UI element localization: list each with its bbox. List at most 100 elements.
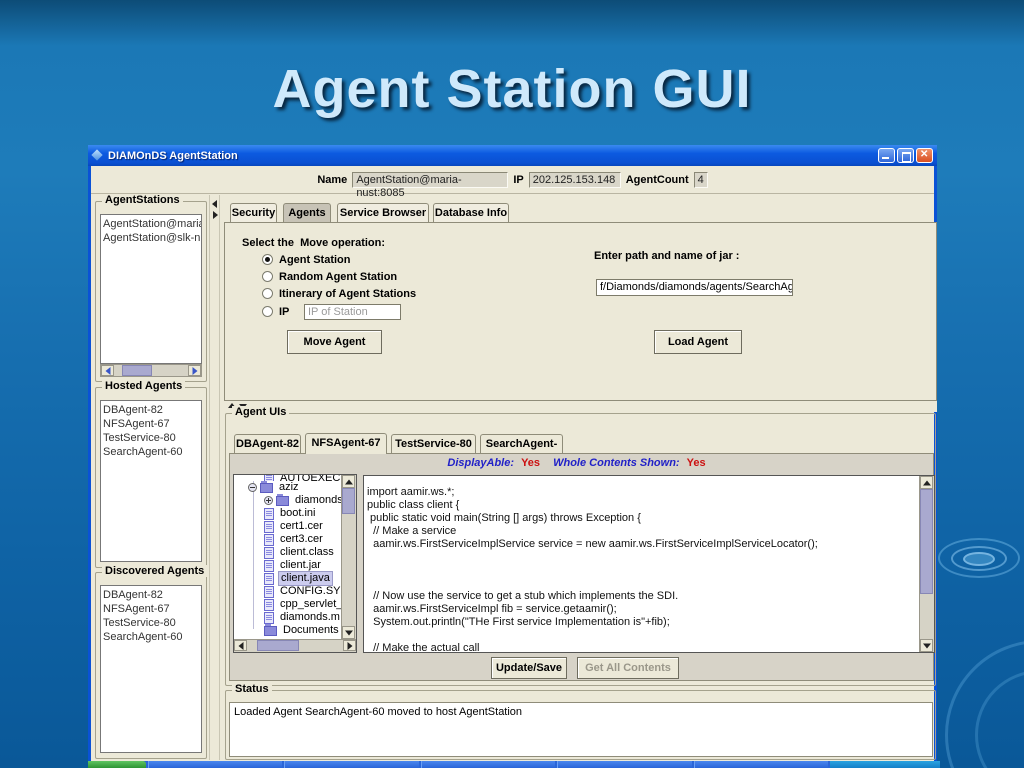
agentstations-list[interactable]: AgentStation@maria-nu AgentStation@slk-n… xyxy=(100,214,202,364)
scroll-down-icon[interactable] xyxy=(920,639,933,652)
scroll-left-icon[interactable] xyxy=(101,365,114,376)
file-icon xyxy=(264,533,274,546)
vertical-split-divider[interactable] xyxy=(209,195,220,760)
code-editor[interactable]: import aamir.ws.*; public class client {… xyxy=(363,475,935,653)
radio-itinerary[interactable]: Itinerary of Agent Stations xyxy=(262,288,416,300)
tab-testservice-80[interactable]: TestService-80 xyxy=(391,434,476,454)
list-item[interactable]: TestService-80 xyxy=(103,616,199,630)
tree-item-cppservlet[interactable]: cpp_servlet_ xyxy=(234,598,341,611)
discovered-agents-group-title: Discovered Agents xyxy=(102,565,208,577)
agentcount-field[interactable]: 4 xyxy=(693,171,708,188)
code-text[interactable]: import aamir.ws.*; public class client {… xyxy=(367,486,917,652)
tab-searchagent-60[interactable]: SearchAgent-60 xyxy=(480,434,563,469)
load-agent-button[interactable]: Load Agent xyxy=(654,330,742,354)
list-item[interactable]: AgentStation@slk-nust. xyxy=(103,231,201,245)
window-title: DIAMOnDS AgentStation xyxy=(108,149,238,162)
radio-icon[interactable] xyxy=(262,306,273,317)
tree-item-bootini[interactable]: boot.ini xyxy=(234,507,341,520)
scrollbar-thumb[interactable] xyxy=(920,489,933,594)
expand-right-icon[interactable] xyxy=(213,211,218,219)
scroll-left-icon[interactable] xyxy=(234,640,247,651)
tree-item-diamonds[interactable]: diamonds xyxy=(234,493,341,507)
code-vscrollbar[interactable] xyxy=(919,476,934,652)
tab-security[interactable]: Security xyxy=(230,203,277,223)
nfsagent-tab-panel: DisplayAble: Yes Whole Contents Shown: Y… xyxy=(229,453,935,681)
minimize-icon[interactable] xyxy=(878,148,895,163)
scrollbar-thumb[interactable] xyxy=(342,488,355,514)
collapse-left-icon[interactable] xyxy=(212,200,217,208)
tab-service-browser[interactable]: Service Browser xyxy=(337,203,429,223)
window-titlebar[interactable]: DIAMOnDS AgentStation xyxy=(88,145,937,166)
collapse-handle-icon[interactable] xyxy=(248,483,257,492)
discovered-agents-list[interactable]: DBAgent-82 NFSAgent-67 TestService-80 Se… xyxy=(100,585,202,753)
scroll-up-icon[interactable] xyxy=(342,475,355,488)
list-item[interactable]: AgentStation@maria-nu xyxy=(103,217,201,231)
move-agent-button[interactable]: Move Agent xyxy=(287,330,382,354)
tree-item-clientclass[interactable]: client.class xyxy=(234,546,341,559)
displayable-label: DisplayAble: xyxy=(447,457,515,469)
scroll-down-icon[interactable] xyxy=(342,626,355,639)
scrollbar-thumb[interactable] xyxy=(257,640,299,651)
restore-icon[interactable] xyxy=(897,148,914,163)
ip-field[interactable]: 202.125.153.148 xyxy=(528,171,621,188)
taskbar-button[interactable] xyxy=(148,761,283,768)
tree-item-clientjava-selected[interactable]: client.java xyxy=(234,571,341,586)
list-item[interactable]: DBAgent-82 xyxy=(103,588,199,602)
scroll-right-icon[interactable] xyxy=(188,365,201,376)
list-item[interactable]: TestService-80 xyxy=(103,431,199,445)
status-group: Status Loaded Agent SearchAgent-60 moved… xyxy=(225,683,936,760)
horizontal-split-divider[interactable] xyxy=(224,401,937,412)
status-textarea[interactable]: Loaded Agent SearchAgent-60 moved to hos… xyxy=(229,702,933,757)
list-item[interactable]: DBAgent-82 xyxy=(103,403,199,417)
list-item[interactable]: SearchAgent-60 xyxy=(103,445,199,459)
list-item[interactable]: NFSAgent-67 xyxy=(103,417,199,431)
taskbar-button[interactable] xyxy=(693,761,829,768)
code-line: System.out.println("THe First service Im… xyxy=(367,616,670,628)
get-all-contents-button[interactable]: Get All Contents xyxy=(577,657,679,679)
tree-item-cert1[interactable]: cert1.cer xyxy=(234,520,341,533)
radio-ip[interactable]: IP xyxy=(262,306,289,318)
tree-item-cert3[interactable]: cert3.cer xyxy=(234,533,341,546)
close-icon[interactable] xyxy=(916,148,933,163)
scroll-up-icon[interactable] xyxy=(920,476,933,489)
file-tree[interactable]: AUTOEXEC.B aziz diamonds xyxy=(233,474,357,653)
tree-hscrollbar[interactable] xyxy=(234,639,356,652)
taskbar-button[interactable] xyxy=(557,761,692,768)
tree-item-diamondsm[interactable]: diamonds.m xyxy=(234,611,341,624)
code-line: // Make a service xyxy=(367,525,457,537)
radio-random-agent-station[interactable]: Random Agent Station xyxy=(262,271,397,283)
list-item[interactable]: NFSAgent-67 xyxy=(103,602,199,616)
list-item[interactable]: SearchAgent-60 xyxy=(103,630,199,644)
tree-item-aziz[interactable]: aziz xyxy=(234,480,341,494)
tree-item-configsys[interactable]: CONFIG.SYS xyxy=(234,585,341,598)
taskbar-button[interactable] xyxy=(284,761,419,768)
tab-agents[interactable]: Agents xyxy=(283,203,331,223)
agentstations-hscrollbar[interactable] xyxy=(100,364,202,377)
jar-path-input[interactable]: f/Diamonds/diamonds/agents/SearchAgen xyxy=(596,279,793,296)
agentstation-window: DIAMOnDS AgentStation Name AgentStation@… xyxy=(88,145,937,762)
agent-uis-group: Agent UIs DBAgent-82 NFSAgent-67 TestSer… xyxy=(225,406,936,686)
hosted-agents-list[interactable]: DBAgent-82 NFSAgent-67 TestService-80 Se… xyxy=(100,400,202,562)
radio-icon[interactable] xyxy=(262,271,273,282)
file-icon xyxy=(264,559,274,572)
radio-icon[interactable] xyxy=(262,288,273,299)
radio-agent-station[interactable]: Agent Station xyxy=(262,254,351,266)
radio-selected-icon[interactable] xyxy=(262,254,273,265)
tree-vscrollbar[interactable] xyxy=(341,475,356,639)
start-button[interactable] xyxy=(88,761,146,768)
expand-handle-icon[interactable] xyxy=(264,496,273,505)
tree-item-documents[interactable]: Documents a xyxy=(234,623,341,637)
scroll-right-icon[interactable] xyxy=(343,640,356,651)
ip-of-station-input[interactable]: IP of Station xyxy=(304,304,401,320)
ip-label: IP xyxy=(513,173,524,186)
tab-database-info[interactable]: Database Info xyxy=(433,203,509,223)
taskbar-button[interactable] xyxy=(420,761,556,768)
name-field[interactable]: AgentStation@maria-nust:8085 xyxy=(352,171,509,199)
ripple-decoration xyxy=(963,552,995,566)
tab-nfsagent-67[interactable]: NFSAgent-67 xyxy=(305,433,387,454)
tab-dbagent-82[interactable]: DBAgent-82 xyxy=(234,434,301,454)
update-save-button[interactable]: Update/Save xyxy=(491,657,567,679)
status-group-title: Status xyxy=(232,683,272,695)
scrollbar-thumb[interactable] xyxy=(122,365,152,376)
